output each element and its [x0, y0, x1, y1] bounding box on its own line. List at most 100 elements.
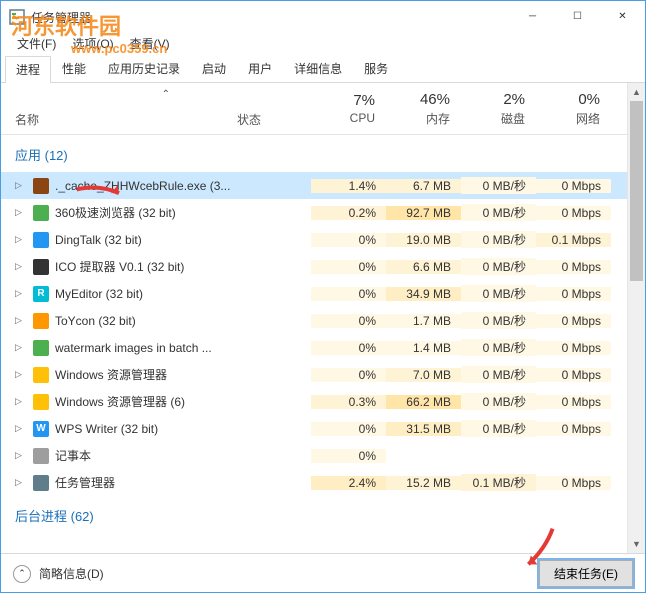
process-icon	[33, 448, 49, 464]
network-value: 0 Mbps	[536, 206, 611, 220]
memory-value: 31.5 MB	[386, 422, 461, 436]
disk-value: 0 MB/秒	[461, 366, 536, 383]
disk-value: 0 MB/秒	[461, 204, 536, 221]
process-icon: R	[33, 286, 49, 302]
tab-1[interactable]: 性能	[51, 55, 97, 82]
expand-icon[interactable]: ▷	[15, 288, 27, 299]
scrollbar-thumb[interactable]	[630, 101, 643, 281]
tab-3[interactable]: 启动	[191, 55, 237, 82]
fewer-details-button[interactable]: ⌃ 简略信息(D)	[13, 565, 104, 583]
network-value: 0 Mbps	[536, 422, 611, 436]
expand-icon[interactable]: ▷	[15, 261, 27, 272]
minimize-button[interactable]: ─	[510, 1, 555, 31]
tab-2[interactable]: 应用历史记录	[97, 55, 191, 82]
close-button[interactable]: ✕	[600, 1, 645, 31]
group-apps: 应用 (12)	[1, 135, 627, 172]
process-name: Windows 资源管理器 (6)	[55, 393, 185, 410]
scroll-down-icon[interactable]: ▼	[628, 535, 645, 553]
table-row[interactable]: ▷DingTalk (32 bit)0%19.0 MB0 MB/秒0.1 Mbp…	[1, 226, 627, 253]
disk-value: 0 MB/秒	[461, 177, 536, 194]
process-name: WPS Writer (32 bit)	[55, 422, 158, 436]
expand-icon[interactable]: ▷	[15, 234, 27, 245]
process-icon	[33, 178, 49, 194]
table-row[interactable]: ▷ watermark images in batch ... 0%1.4 MB 0 …	[1, 334, 627, 361]
network-value: 0 Mbps	[536, 341, 611, 355]
process-icon	[33, 205, 49, 221]
column-network[interactable]: 0% 网络	[536, 83, 611, 134]
cpu-value: 0.3%	[311, 395, 386, 409]
process-table: ⌃ 名称 状态 7% CPU 46% 内存 2% 磁盘 0% 网络 应用 (12…	[1, 83, 627, 553]
disk-value: 0.1 MB/秒	[461, 474, 536, 491]
menu-bar: 文件(F) 选项(O) 查看(V)	[1, 33, 645, 55]
disk-value: 0 MB/秒	[461, 258, 536, 275]
process-name: watermark images in batch ...	[55, 341, 212, 355]
network-value: 0 Mbps	[536, 260, 611, 274]
expand-icon[interactable]: ▷	[15, 342, 27, 353]
scrollbar[interactable]: ▲ ▼	[627, 83, 645, 553]
column-status[interactable]: 状态	[231, 83, 311, 134]
expand-icon[interactable]: ▷	[15, 180, 27, 191]
memory-value: 6.7 MB	[386, 179, 461, 193]
table-row[interactable]: ▷记事本0%	[1, 442, 627, 469]
cpu-value: 1.4%	[311, 179, 386, 193]
process-icon	[33, 232, 49, 248]
cpu-value: 0%	[311, 341, 386, 355]
tab-4[interactable]: 用户	[237, 55, 283, 82]
table-row[interactable]: ▷任务管理器2.4%15.2 MB0.1 MB/秒0 Mbps	[1, 469, 627, 496]
column-name[interactable]: ⌃ 名称	[1, 83, 231, 134]
memory-value: 1.7 MB	[386, 314, 461, 328]
expand-icon[interactable]: ▷	[15, 369, 27, 380]
memory-value: 6.6 MB	[386, 260, 461, 274]
disk-value: 0 MB/秒	[461, 231, 536, 248]
end-task-button[interactable]: 结束任务(E)	[539, 560, 633, 587]
process-name: 记事本	[55, 447, 91, 464]
window-title: 任务管理器	[31, 9, 91, 26]
table-row[interactable]: ▷360极速浏览器 (32 bit)0.2%92.7 MB0 MB/秒0 Mbp…	[1, 199, 627, 226]
menu-file[interactable]: 文件(F)	[9, 33, 64, 55]
sort-indicator-icon: ⌃	[162, 89, 170, 100]
expand-icon[interactable]: ▷	[15, 207, 27, 218]
expand-icon[interactable]: ▷	[15, 450, 27, 461]
column-cpu[interactable]: 7% CPU	[311, 83, 386, 134]
process-name: ._cache_ZHHWcebRule.exe (3...	[55, 179, 230, 193]
column-memory[interactable]: 46% 内存	[386, 83, 461, 134]
app-icon	[9, 9, 25, 25]
menu-options[interactable]: 选项(O)	[64, 33, 121, 55]
column-disk[interactable]: 2% 磁盘	[461, 83, 536, 134]
table-row[interactable]: ▷ ICO 提取器 V0.1 (32 bit) 0%6.6 MB0 MB/秒0 Mb…	[1, 253, 627, 280]
table-row[interactable]: ▷ToYcon (32 bit)0%1.7 MB0 MB/秒0 Mbps	[1, 307, 627, 334]
expand-icon[interactable]: ▷	[15, 396, 27, 407]
group-background: 后台进程 (62)	[1, 496, 627, 533]
expand-icon[interactable]: ▷	[15, 423, 27, 434]
table-row[interactable]: ▷RMyEditor (32 bit)0%34.9 MB0 MB/秒0 Mbps	[1, 280, 627, 307]
tab-6[interactable]: 服务	[353, 55, 399, 82]
network-value: 0 Mbps	[536, 179, 611, 193]
memory-value: 66.2 MB	[386, 395, 461, 409]
network-value: 0 Mbps	[536, 368, 611, 382]
menu-view[interactable]: 查看(V)	[122, 33, 178, 55]
footer: ⌃ 简略信息(D) 结束任务(E)	[1, 553, 645, 593]
cpu-value: 2.4%	[311, 476, 386, 490]
table-row[interactable]: ▷ ._cache_ZHHWcebRule.exe (3... 1.4%6.7 MB…	[1, 172, 627, 199]
table-row[interactable]: ▷Windows 资源管理器 (6)0.3%66.2 MB0 MB/秒0 Mbp…	[1, 388, 627, 415]
cpu-value: 0%	[311, 260, 386, 274]
process-name: ICO 提取器 V0.1 (32 bit)	[55, 258, 184, 275]
process-name: DingTalk (32 bit)	[55, 233, 142, 247]
tab-0[interactable]: 进程	[5, 56, 51, 83]
table-row[interactable]: ▷Windows 资源管理器0%7.0 MB0 MB/秒0 Mbps	[1, 361, 627, 388]
table-row[interactable]: ▷WWPS Writer (32 bit)0%31.5 MB0 MB/秒0 Mb…	[1, 415, 627, 442]
maximize-button[interactable]: ☐	[555, 1, 600, 31]
process-icon	[33, 259, 49, 275]
memory-value: 34.9 MB	[386, 287, 461, 301]
expand-icon[interactable]: ▷	[15, 477, 27, 488]
memory-value: 7.0 MB	[386, 368, 461, 382]
title-bar: 任务管理器 ─ ☐ ✕	[1, 1, 645, 33]
expand-icon[interactable]: ▷	[15, 315, 27, 326]
scroll-up-icon[interactable]: ▲	[628, 83, 645, 101]
process-icon	[33, 340, 49, 356]
tab-5[interactable]: 详细信息	[283, 55, 353, 82]
memory-value: 92.7 MB	[386, 206, 461, 220]
disk-value: 0 MB/秒	[461, 420, 536, 437]
memory-value: 1.4 MB	[386, 341, 461, 355]
cpu-value: 0%	[311, 368, 386, 382]
